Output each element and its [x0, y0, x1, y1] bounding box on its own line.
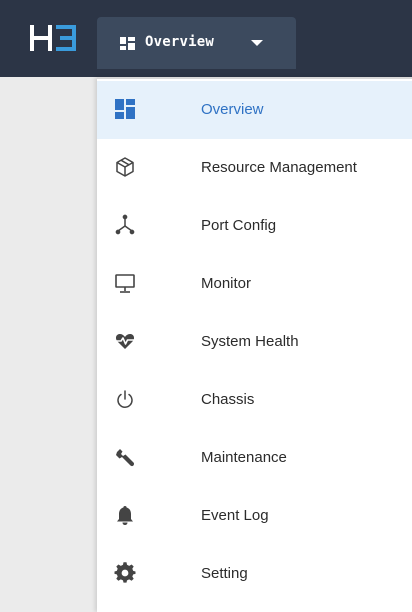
menu-item-label: Setting	[201, 565, 248, 582]
menu-item-label: Overview	[201, 101, 264, 118]
menu-item-label: Resource Management	[201, 159, 357, 176]
menu-item-system-health[interactable]: System Health	[97, 313, 412, 371]
menu-item-label: Chassis	[201, 391, 255, 408]
top-navigation-bar: Overview	[0, 0, 412, 77]
menu-item-chassis[interactable]: Chassis	[97, 371, 412, 429]
port-tree-icon	[114, 214, 136, 236]
page-background	[0, 77, 97, 610]
cube-icon	[114, 156, 136, 178]
power-icon	[114, 388, 136, 410]
caret-down-icon	[251, 40, 263, 46]
menu-item-label: Monitor	[201, 275, 252, 292]
overview-dropdown-menu: Overview Resource Management Port Config	[97, 77, 412, 612]
dashboard-icon	[114, 98, 136, 120]
menu-item-setting[interactable]: Setting	[97, 545, 412, 603]
menu-item-label: Event Log	[201, 507, 269, 524]
menu-item-label: System Health	[201, 333, 299, 350]
menu-item-resource-management[interactable]: Resource Management	[97, 139, 412, 197]
menu-item-label: Maintenance	[201, 449, 287, 466]
nav-button-label: Overview	[145, 34, 215, 50]
menu-item-overview[interactable]: Overview	[97, 81, 412, 139]
menu-item-label: Port Config	[201, 217, 277, 234]
monitor-icon	[114, 272, 136, 294]
menu-item-port-config[interactable]: Port Config	[97, 197, 412, 255]
menu-item-event-log[interactable]: Event Log	[97, 487, 412, 545]
bell-icon	[114, 504, 136, 526]
menu-item-monitor[interactable]: Monitor	[97, 255, 412, 313]
gear-icon	[114, 562, 136, 584]
overview-nav-button[interactable]: Overview	[97, 17, 296, 69]
dashboard-grid-icon	[120, 37, 135, 50]
h3c-logo	[30, 25, 76, 51]
heartbeat-icon	[114, 330, 136, 352]
menu-item-maintenance[interactable]: Maintenance	[97, 429, 412, 487]
wrench-icon	[114, 446, 136, 468]
